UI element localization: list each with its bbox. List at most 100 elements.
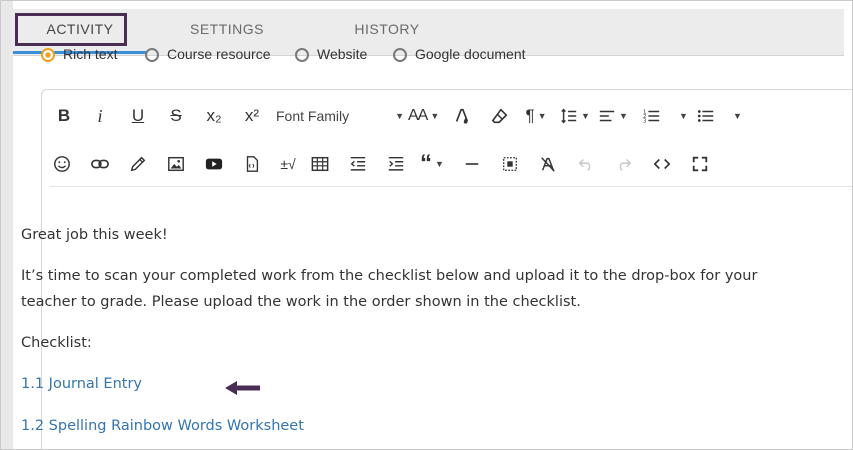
- content-instructions-line-1: It’s time to scan your completed work fr…: [21, 268, 758, 284]
- radio-checked-icon: [41, 48, 55, 63]
- bold-icon: B: [57, 106, 71, 125]
- radio-google-document-label: Google document: [415, 46, 526, 62]
- clear-format-button[interactable]: [536, 152, 560, 176]
- align-dropdown[interactable]: ▼: [598, 104, 628, 128]
- content-checklist-heading: Checklist:: [21, 335, 92, 351]
- pilcrow-icon: ¶: [525, 106, 535, 125]
- font-size-dropdown[interactable]: AA ▼: [408, 104, 439, 128]
- text-color-button[interactable]: [450, 104, 474, 128]
- font-family-label: Font Family: [276, 108, 350, 124]
- caret-down-icon: ▼: [395, 111, 404, 121]
- pointer-arrow-icon: [225, 381, 260, 395]
- horizontal-line-button[interactable]: [460, 152, 484, 176]
- undo-button[interactable]: [574, 152, 598, 176]
- unordered-list-options[interactable]: ▼: [724, 104, 748, 128]
- left-margin: [1, 1, 13, 449]
- checklist-link-spelling-worksheet[interactable]: 1.2 Spelling Rainbow Words Worksheet: [21, 418, 304, 434]
- insert-video-button[interactable]: [202, 152, 226, 176]
- font-family-dropdown[interactable]: Font Family ▼: [276, 104, 404, 128]
- text-color-icon: [455, 108, 469, 124]
- insert-file-button[interactable]: [240, 152, 264, 176]
- select-all-icon: [503, 157, 517, 171]
- italic-button[interactable]: i: [88, 104, 112, 128]
- caret-down-icon: ▼: [679, 111, 688, 121]
- superscript-button[interactable]: x²: [240, 104, 264, 128]
- paragraph-format-dropdown[interactable]: ¶ ▼: [524, 104, 548, 128]
- draw-button[interactable]: [126, 152, 150, 176]
- image-icon: [168, 156, 184, 172]
- redo-button[interactable]: [612, 152, 636, 176]
- insert-image-button[interactable]: [164, 152, 188, 176]
- outdent-icon: [350, 156, 366, 171]
- undo-icon: [578, 158, 591, 171]
- underline-icon: U: [131, 106, 145, 125]
- clear-formatting-button[interactable]: [488, 104, 512, 128]
- pencil-icon: [130, 156, 146, 172]
- subscript-icon: x₂: [206, 106, 222, 125]
- special-characters-button[interactable]: ±√: [276, 152, 300, 176]
- quote-icon: “: [420, 150, 433, 177]
- special-characters-icon: ±√: [280, 156, 296, 172]
- radio-course-resource-label: Course resource: [167, 46, 271, 62]
- ordered-list-options[interactable]: ▼: [670, 104, 694, 128]
- content-greeting: Great job this week!: [21, 227, 168, 243]
- fullscreen-button[interactable]: [688, 152, 712, 176]
- indent-icon: [388, 156, 404, 171]
- caret-down-icon: ▼: [581, 111, 590, 121]
- code-view-button[interactable]: [650, 152, 674, 176]
- subscript-button[interactable]: x₂: [202, 104, 226, 128]
- checklist-link-journal-entry[interactable]: 1.1 Journal Entry: [21, 376, 142, 392]
- caret-down-icon: ▼: [430, 111, 440, 121]
- tab-history-label: HISTORY: [354, 21, 420, 37]
- redo-icon: [619, 158, 632, 171]
- emoticon-button[interactable]: [50, 152, 74, 176]
- video-icon: [205, 158, 223, 170]
- tab-activity-label: ACTIVITY: [46, 21, 114, 37]
- indent-button[interactable]: [384, 152, 408, 176]
- editor-window: ACTIVITY SETTINGS HISTORY Rich text Cour…: [0, 0, 853, 450]
- content-instructions-line-2: teacher to grade. Please upload the work…: [21, 294, 581, 310]
- fullscreen-icon: [692, 156, 708, 172]
- outdent-button[interactable]: [346, 152, 370, 176]
- caret-down-icon: ▼: [435, 159, 444, 169]
- caret-down-icon: ▼: [619, 111, 628, 121]
- strikethrough-button[interactable]: S: [164, 104, 188, 128]
- underline-button[interactable]: U: [126, 104, 150, 128]
- align-left-icon: [599, 110, 615, 122]
- radio-google-document[interactable]: Google document: [393, 45, 526, 65]
- eraser-icon: [491, 108, 508, 124]
- radio-rich-text[interactable]: Rich text: [41, 45, 117, 65]
- select-all-button[interactable]: [498, 152, 522, 176]
- code-icon: [653, 158, 671, 170]
- font-size-icon: AA: [408, 107, 428, 124]
- toolbar-divider: [50, 186, 852, 187]
- superscript-icon: x²: [244, 106, 260, 125]
- line-height-dropdown[interactable]: ▼: [560, 104, 590, 128]
- insert-link-button[interactable]: [88, 152, 112, 176]
- insert-table-button[interactable]: [308, 152, 332, 176]
- bold-button[interactable]: B: [52, 104, 76, 128]
- link-icon: [91, 159, 109, 169]
- toolbar-row-2: ±√ “▼: [42, 140, 852, 186]
- tab-settings-label: SETTINGS: [189, 21, 264, 37]
- caret-down-icon: ▼: [733, 111, 742, 121]
- unordered-list-button[interactable]: [694, 104, 718, 128]
- toolbar-row-1: B i U S x₂ x² Font Family ▼ AA ▼ ¶ ▼ ▼ ▼…: [42, 92, 852, 138]
- radio-unchecked-icon: [295, 48, 309, 63]
- smiley-icon: [54, 156, 70, 172]
- radio-rich-text-label: Rich text: [63, 46, 118, 62]
- horizontal-line-icon: [465, 163, 479, 165]
- quote-dropdown[interactable]: “▼: [420, 152, 444, 176]
- svg-text:3: 3: [643, 118, 646, 124]
- ordered-list-icon: 123: [643, 109, 660, 124]
- unordered-list-icon: [697, 110, 714, 122]
- radio-website-label: Website: [317, 46, 368, 62]
- file-icon: [246, 156, 259, 172]
- caret-down-icon: ▼: [537, 111, 547, 121]
- ordered-list-button[interactable]: 123: [640, 104, 664, 128]
- table-icon: [311, 156, 329, 172]
- clear-format-icon: [541, 157, 555, 172]
- radio-website[interactable]: Website: [295, 45, 367, 65]
- line-height-icon: [561, 108, 577, 124]
- radio-course-resource[interactable]: Course resource: [145, 45, 271, 65]
